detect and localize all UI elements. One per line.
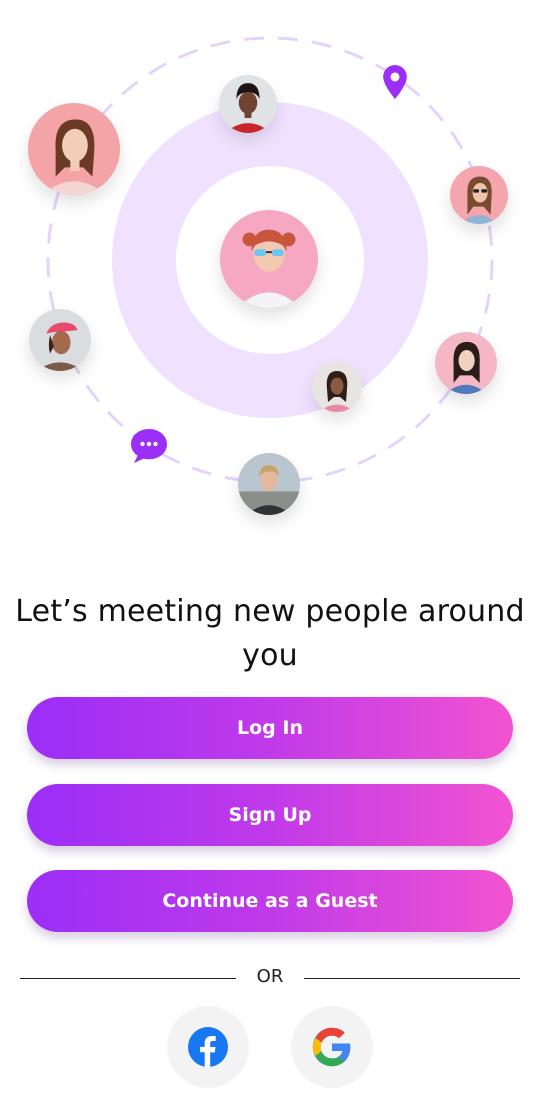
hero-illustration [0, 0, 540, 560]
google-icon [312, 1027, 351, 1067]
login-button[interactable]: Log In [27, 697, 513, 759]
avatar-center [220, 210, 318, 308]
facebook-icon [188, 1027, 228, 1067]
divider-line-right [304, 978, 520, 979]
continue-as-guest-button[interactable]: Continue as a Guest [27, 870, 513, 932]
facebook-login-button[interactable] [167, 1006, 249, 1088]
headline-line-2: you [242, 638, 298, 673]
chat-bubble-icon [131, 429, 167, 463]
avatar-man-top [219, 75, 277, 133]
page-headline: Let’s meeting new people around you [0, 590, 540, 678]
google-login-button[interactable] [291, 1006, 373, 1088]
headline-line-1: Let’s meeting new people around [15, 594, 525, 629]
divider-line-left [20, 978, 236, 979]
signup-button[interactable]: Sign Up [27, 784, 513, 846]
avatar-woman-left [29, 309, 91, 371]
avatar-woman-small [312, 362, 362, 412]
location-pin-icon [383, 65, 407, 99]
or-divider-label: OR [256, 966, 284, 987]
avatar-woman-right-top [450, 166, 508, 224]
avatar-man-bottom [238, 453, 300, 515]
avatar-woman-right [435, 332, 497, 394]
avatar-woman-top-left [28, 103, 120, 195]
